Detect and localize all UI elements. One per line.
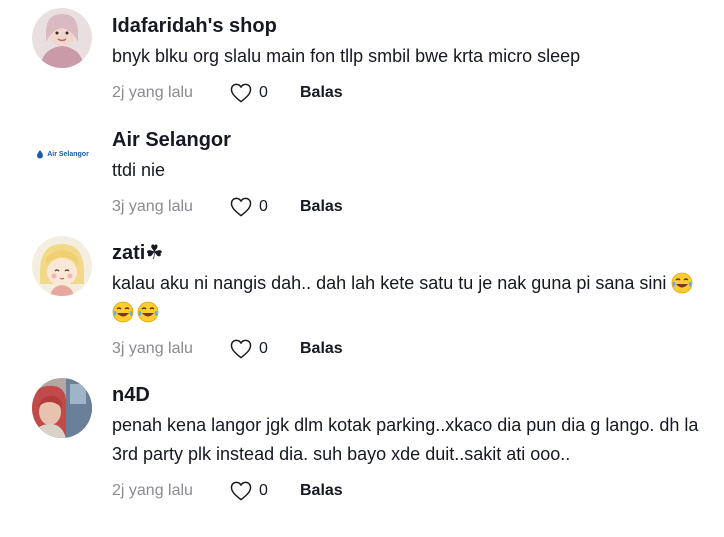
- brand-logo-text: Air Selangor: [47, 150, 89, 158]
- comment-text: bnyk blku org slalu main fon tllp smbil …: [112, 46, 581, 66]
- username[interactable]: n4D: [112, 383, 704, 407]
- avatar[interactable]: [32, 378, 92, 438]
- face-with-tears-of-joy-icon: [137, 301, 159, 323]
- username[interactable]: Idafaridah's shop: [112, 14, 704, 38]
- like-button[interactable]: 0: [230, 197, 300, 217]
- comment-text-body: kalau aku ni nangis dah.. dah lah kete s…: [112, 273, 667, 293]
- reply-button[interactable]: Balas: [300, 340, 343, 358]
- water-drop-logo-icon: [37, 150, 44, 159]
- reply-button[interactable]: Balas: [300, 84, 343, 102]
- like-count: 0: [259, 340, 268, 357]
- like-count: 0: [259, 198, 268, 215]
- heart-outline-icon: [230, 481, 252, 501]
- face-with-tears-of-joy-icon: [112, 301, 134, 323]
- comment-time: 2j yang lalu: [112, 84, 193, 101]
- like-button[interactable]: 0: [230, 339, 300, 359]
- comment-time: 2j yang lalu: [112, 482, 193, 499]
- reply-button[interactable]: Balas: [300, 198, 343, 216]
- like-count: 0: [259, 84, 268, 101]
- username[interactable]: Air Selangor: [112, 128, 704, 152]
- like-button[interactable]: 0: [230, 481, 300, 501]
- heart-outline-icon: [230, 339, 252, 359]
- face-with-tears-of-joy-icon: [672, 272, 693, 294]
- comment-time: 3j yang lalu: [112, 340, 193, 357]
- heart-outline-icon: [230, 83, 252, 103]
- heart-outline-icon: [230, 197, 252, 217]
- avatar[interactable]: Air Selangor: [32, 124, 92, 184]
- like-count: 0: [259, 482, 268, 499]
- comment-text: ttdi nie: [112, 160, 166, 180]
- comment-time: 3j yang lalu: [112, 198, 193, 215]
- comment-text: kalau aku ni nangis dah.. dah lah kete s…: [112, 269, 704, 327]
- comment-text: penah kena langor jgk dlm kotak parking.…: [112, 415, 699, 464]
- reply-button[interactable]: Balas: [300, 482, 343, 500]
- avatar[interactable]: [32, 236, 92, 296]
- like-button[interactable]: 0: [230, 83, 300, 103]
- avatar[interactable]: [32, 8, 92, 68]
- username[interactable]: zati☘: [112, 241, 704, 265]
